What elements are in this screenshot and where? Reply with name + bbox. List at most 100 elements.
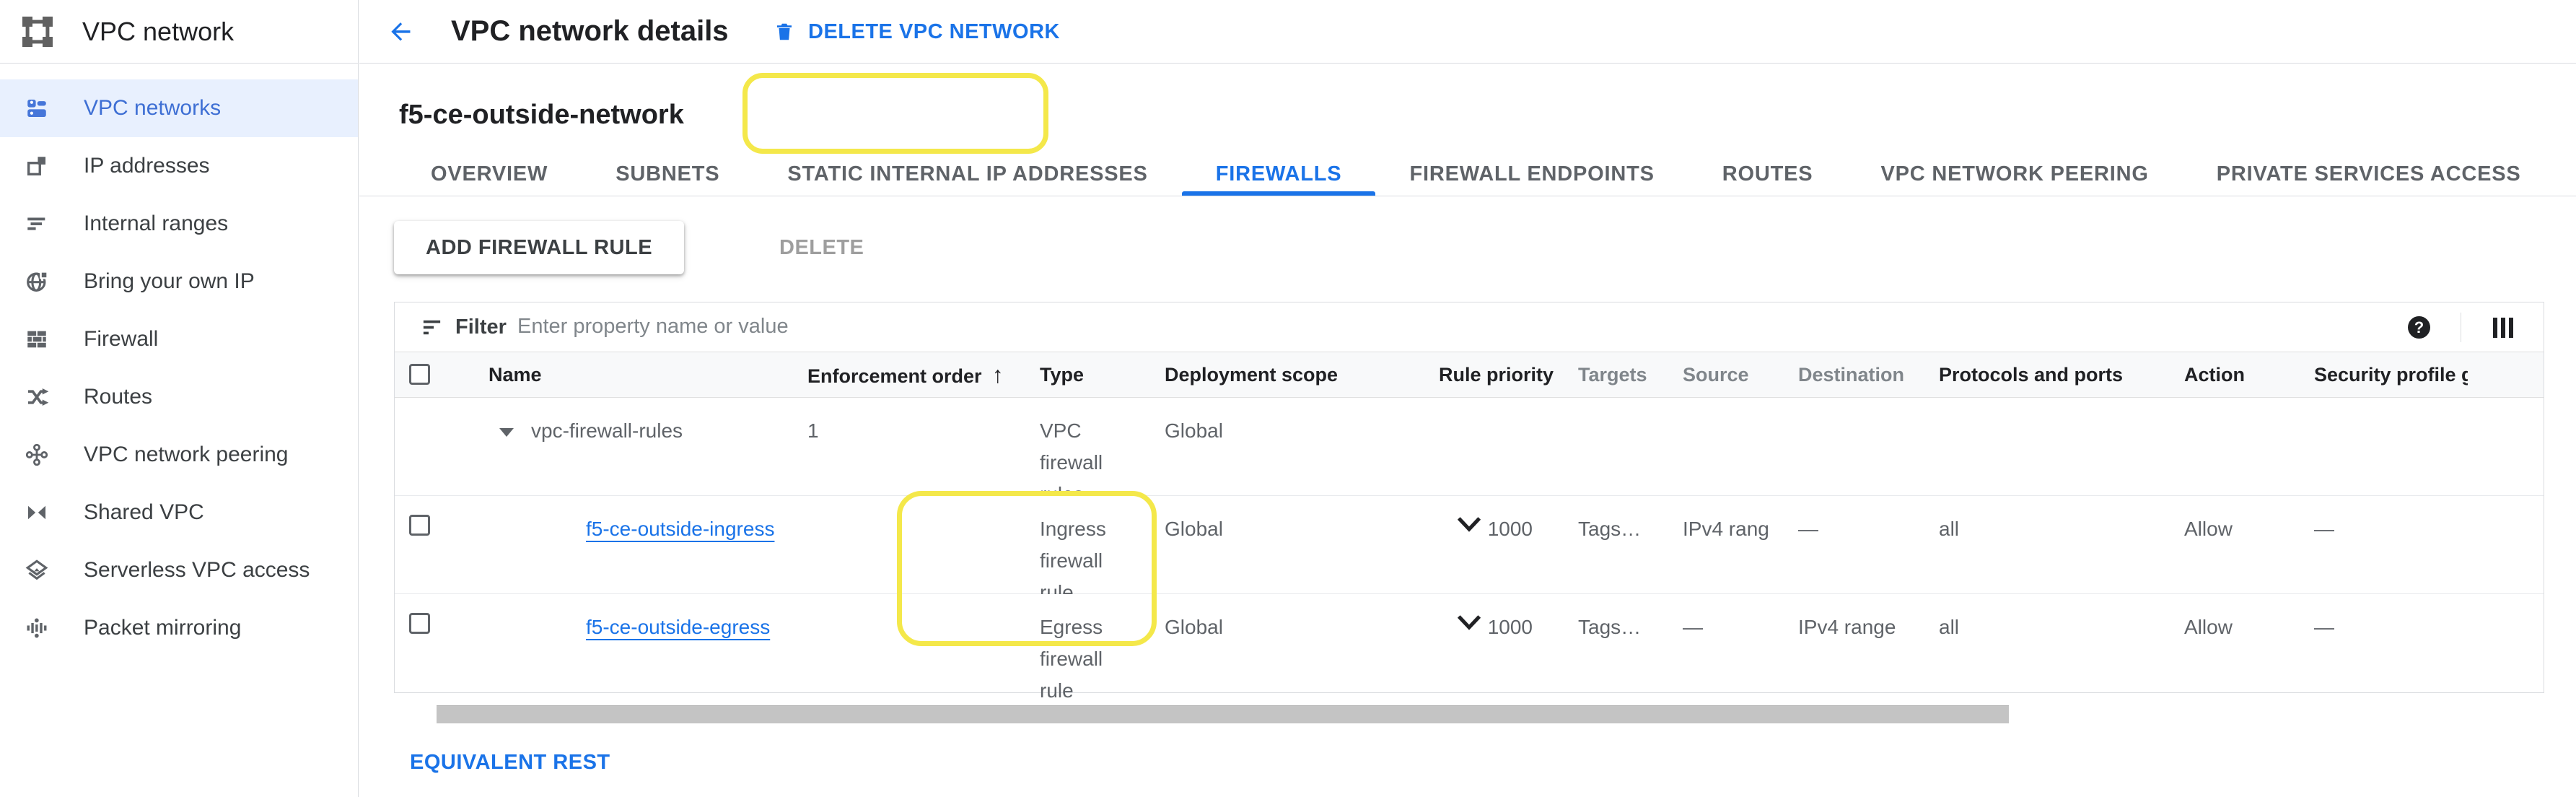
sidebar-item-label: Packet mirroring [84,616,241,640]
firewall-icon [25,327,49,352]
row-checkbox[interactable] [409,613,430,634]
cell-type: VPC firewall rules [1040,398,1130,510]
sidebar-item-label: Shared VPC [84,500,204,525]
table-row-f5-ce-outside-egress: f5-ce-outside-egress Egress firewall rul… [395,594,2544,692]
cell-deployment-scope: Global [1165,496,1381,545]
sidebar-item-firewall[interactable]: Firewall [0,310,358,368]
select-all-checkbox[interactable] [409,364,430,385]
firewall-rules-table: Filter ? Name Enforcement order↑ Type De… [394,302,2544,693]
internal-ranges-icon [25,212,49,236]
sidebar-nav: VPC networks IP addresses Internal range… [0,79,358,657]
chevron-down-icon[interactable] [1456,516,1482,533]
cell-targets: Tags… [1578,594,1672,643]
sidebar-item-bring-your-own-ip[interactable]: Bring your own IP [0,253,358,310]
delete-vpc-network-label: DELETE VPC NETWORK [808,20,1060,44]
sidebar-item-packet-mirroring[interactable]: Packet mirroring [0,599,358,657]
sidebar-item-internal-ranges[interactable]: Internal ranges [0,195,358,253]
cell-deployment-scope: Global [1165,594,1381,643]
filter-icon[interactable] [421,316,443,339]
add-firewall-rule-button[interactable]: ADD FIREWALL RULE [394,221,684,274]
vpc-network-details-screen: VPC network VPC networks IP addresses In… [0,0,2576,797]
network-name-heading: f5-ce-outside-network [399,100,684,131]
cell-security-profile-groups: — [2314,496,2468,545]
serverless-vpc-icon [25,558,49,583]
column-header-deployment-scope[interactable]: Deployment scope [1165,352,1381,398]
sidebar-item-vpc-network-peering[interactable]: VPC network peering [0,426,358,484]
column-header-destination[interactable]: Destination [1798,352,1932,398]
main-content: VPC network details DELETE VPC NETWORK f… [359,0,2576,797]
tab-vpc-network-peering[interactable]: VPC NETWORK PEERING [1846,152,2182,196]
cell-action: Allow [2184,496,2307,545]
help-icon[interactable]: ? [2408,316,2430,339]
tab-overview[interactable]: OVERVIEW [397,152,582,196]
delete-vpc-network-button[interactable]: DELETE VPC NETWORK [774,0,1060,64]
collapse-group-icon[interactable] [499,428,514,437]
sidebar-item-label: VPC networks [84,96,221,121]
page-title: VPC network details [451,0,729,62]
sidebar-header: VPC network [0,0,358,64]
table-header-row: Name Enforcement order↑ Type Deployment … [395,352,2544,398]
shared-vpc-icon [25,500,49,525]
delete-button-disabled: DELETE [779,221,864,274]
trash-icon [774,19,795,44]
horizontal-scrollbar-thumb[interactable] [437,705,2009,723]
routes-icon [25,385,49,409]
sidebar-item-shared-vpc[interactable]: Shared VPC [0,484,358,541]
sidebar-item-label: VPC network peering [84,443,288,467]
chevron-down-icon[interactable] [1456,614,1482,632]
column-header-rule-priority[interactable]: Rule priority [1439,352,1533,398]
cell-targets: Tags… [1578,496,1672,545]
column-header-enforcement-order[interactable]: Enforcement order↑ [807,352,1024,399]
row-checkbox[interactable] [409,515,430,536]
column-display-options-icon[interactable] [2493,318,2513,338]
column-header-name[interactable]: Name [489,352,806,398]
sidebar-item-label: Bring your own IP [84,269,255,294]
cell-security-profile-groups: — [2314,594,2468,643]
tab-static-internal-ip-addresses[interactable]: STATIC INTERNAL IP ADDRESSES [753,152,1181,196]
firewall-rule-link-ingress[interactable]: f5-ce-outside-ingress [586,518,774,540]
sidebar-item-vpc-networks[interactable]: VPC networks [0,79,358,137]
column-header-type[interactable]: Type [1040,352,1130,398]
cell-protocols-and-ports: all [1939,496,2170,545]
sort-ascending-icon: ↑ [992,362,1004,388]
cell-destination: — [1798,496,1932,545]
cell-action: Allow [2184,594,2307,643]
sidebar-item-label: IP addresses [84,154,210,178]
column-header-action[interactable]: Action [2184,352,2307,398]
globe-icon [25,269,49,294]
peering-icon [25,443,49,467]
tab-firewalls[interactable]: FIREWALLS [1182,152,1376,196]
sidebar-item-label: Internal ranges [84,212,228,236]
tab-private-services-access[interactable]: PRIVATE SERVICES ACCESS [2183,152,2555,196]
tab-routes[interactable]: ROUTES [1688,152,1847,196]
cell-rule-priority: 1000 [1439,496,1533,545]
tab-bar: OVERVIEW SUBNETS STATIC INTERNAL IP ADDR… [359,152,2576,196]
sidebar-item-label: Serverless VPC access [84,558,310,583]
sidebar-item-serverless-vpc-access[interactable]: Serverless VPC access [0,541,358,599]
column-header-security-profile-groups[interactable]: Security profile groups [2314,352,2468,398]
filter-input[interactable] [517,302,1600,351]
back-arrow-icon[interactable] [387,18,414,45]
filter-toolbar: Filter ? [395,302,2544,352]
table-row-f5-ce-outside-ingress: f5-ce-outside-ingress Ingress firewall r… [395,496,2544,594]
firewall-rule-link-egress[interactable]: f5-ce-outside-egress [586,616,770,638]
filter-label: Filter [455,302,507,352]
column-header-protocols-and-ports[interactable]: Protocols and ports [1939,352,2170,398]
sidebar: VPC network VPC networks IP addresses In… [0,0,359,797]
cell-type: Ingress firewall rule [1040,496,1130,609]
ip-addresses-icon [25,154,49,178]
group-name: vpc-firewall-rules [531,419,683,442]
packet-mirroring-icon [25,616,49,640]
column-header-targets[interactable]: Targets [1578,352,1672,398]
cell-deployment-scope: Global [1165,398,1381,447]
tab-subnets[interactable]: SUBNETS [582,152,753,196]
sidebar-item-routes[interactable]: Routes [0,368,358,426]
cell-type: Egress firewall rule [1040,594,1130,707]
column-header-source[interactable]: Source [1683,352,1768,398]
sidebar-item-ip-addresses[interactable]: IP addresses [0,137,358,195]
sidebar-item-label: Firewall [84,327,158,352]
tab-firewall-endpoints[interactable]: FIREWALL ENDPOINTS [1375,152,1688,196]
cell-protocols-and-ports: all [1939,594,2170,643]
equivalent-rest-link[interactable]: EQUIVALENT REST [410,751,610,775]
cell-enforcement-order: 1 [807,398,1024,447]
